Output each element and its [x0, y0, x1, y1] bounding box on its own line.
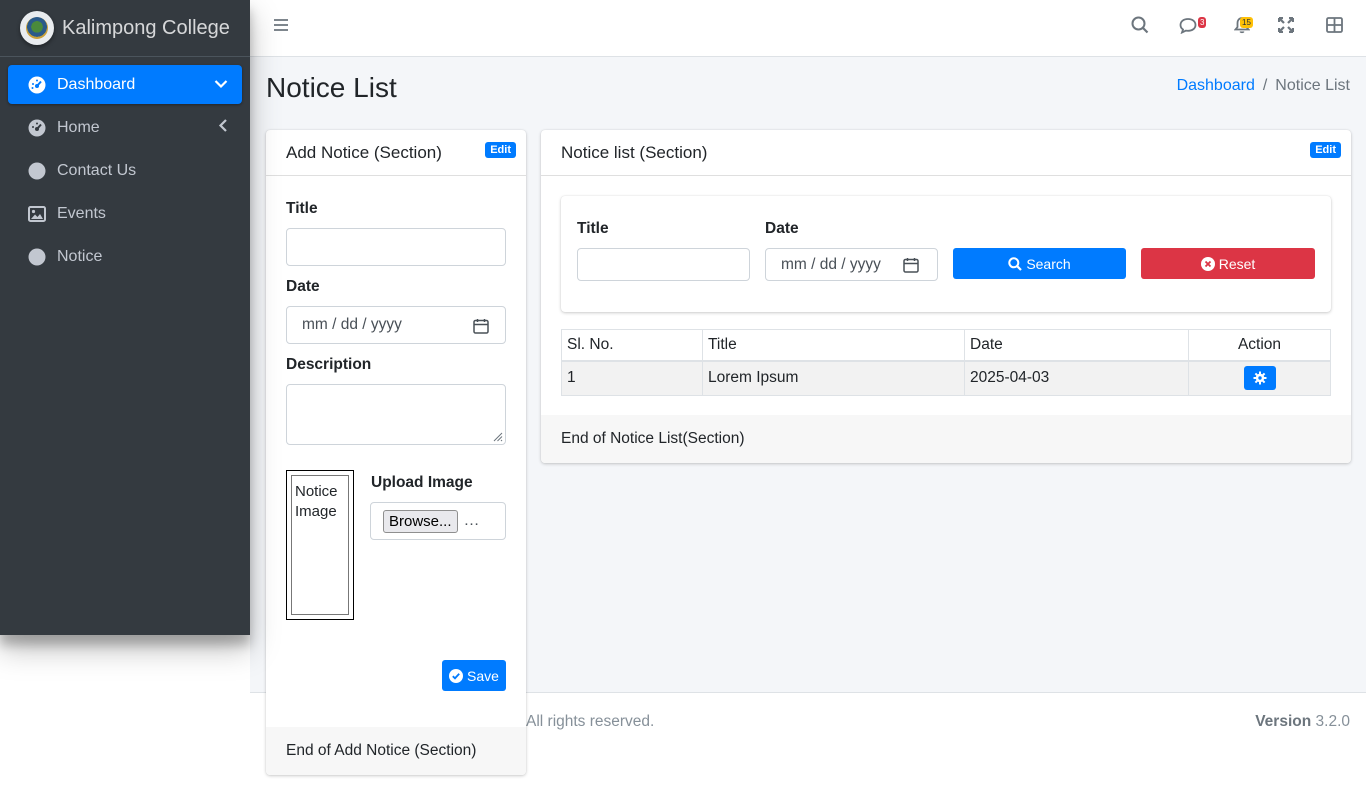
- edit-button[interactable]: Edit: [1310, 142, 1341, 158]
- notice-table: Sl. No. Title Date Action 1 Lorem Ipsum …: [561, 329, 1331, 396]
- sidebar-item-dashboard[interactable]: Dashboard: [8, 65, 242, 104]
- times-circle-icon: [1200, 256, 1215, 271]
- sidebar-item-label: Contact Us: [57, 161, 137, 179]
- notice-image-alt-text: Notice Image: [291, 475, 349, 615]
- copyright-text: All rights reserved.: [526, 713, 655, 730]
- reset-label: Reset: [1218, 255, 1256, 272]
- page-title: Notice List: [266, 72, 397, 103]
- column-header-title[interactable]: Title: [702, 329, 965, 362]
- circle-icon: [28, 162, 46, 180]
- title-label: Title: [286, 200, 318, 217]
- notice-list-card: Notice list (Section) Edit Title Date mm…: [541, 130, 1351, 463]
- date-placeholder: mm / dd / yyyy: [302, 316, 402, 333]
- sidebar-item-home[interactable]: Home: [8, 108, 242, 147]
- brand-link[interactable]: Kalimpong College: [0, 0, 250, 57]
- search-button[interactable]: Search: [953, 248, 1126, 279]
- image-icon: [28, 205, 46, 223]
- control-sidebar-icon[interactable]: [1323, 14, 1345, 36]
- breadcrumb-home-link[interactable]: Dashboard: [1177, 77, 1255, 94]
- cell-title: Lorem Ipsum: [702, 360, 965, 396]
- column-header-date[interactable]: Date: [964, 329, 1189, 362]
- table-row: 1 Lorem Ipsum 2025-04-03: [561, 360, 1331, 396]
- card-title: Add Notice (Section): [286, 142, 442, 162]
- settings-button[interactable]: [1243, 366, 1276, 391]
- main-sidebar: Kalimpong College Dashboard Home Contact…: [0, 0, 250, 635]
- reset-button[interactable]: Reset: [1141, 248, 1315, 279]
- check-circle-icon: [449, 668, 464, 683]
- notifications-count-badge: 15: [1240, 17, 1253, 28]
- sidebar-item-label: Notice: [57, 247, 103, 265]
- save-label: Save: [467, 667, 499, 684]
- chevron-down-icon: [214, 76, 228, 94]
- date-label: Date: [286, 278, 320, 295]
- sidebar-item-label: Home: [57, 118, 100, 136]
- title-input[interactable]: [286, 228, 506, 266]
- add-notice-card-header: Add Notice (Section) Edit: [266, 130, 526, 176]
- sidebar-item-notice[interactable]: Notice: [8, 237, 242, 276]
- version-info: Version 3.2.0: [1255, 713, 1350, 731]
- tachometer-icon: [28, 119, 46, 137]
- cell-action: [1188, 360, 1331, 396]
- upload-image-label: Upload Image: [371, 474, 473, 491]
- add-notice-card: Add Notice (Section) Edit Title Date mm …: [266, 130, 526, 775]
- sidebar-item-label: Events: [57, 204, 106, 222]
- column-header-action: Action: [1188, 329, 1331, 362]
- version-number: 3.2.0: [1315, 713, 1350, 730]
- filter-title-label: Title: [577, 220, 609, 237]
- file-name: …: [463, 512, 480, 529]
- filter-date-label: Date: [765, 220, 799, 237]
- breadcrumb-separator: /: [1262, 77, 1268, 94]
- fullscreen-icon[interactable]: [1275, 14, 1297, 36]
- messages-icon[interactable]: [1177, 14, 1199, 36]
- content-wrapper: Notice List Dashboard / Notice List Add No…: [250, 57, 1366, 775]
- date-input[interactable]: mm / dd / yyyy: [286, 306, 506, 344]
- messages-count-badge: 3: [1198, 17, 1207, 28]
- column-header-sl-no[interactable]: Sl. No.: [561, 329, 703, 362]
- notice-image-preview: Notice Image: [286, 470, 354, 620]
- cell-sl-no: 1: [561, 360, 703, 396]
- sidebar-nav: Dashboard Home Contact Us Events Notice: [0, 57, 250, 276]
- sidebar-item-contact-us[interactable]: Contact Us: [8, 151, 242, 190]
- description-label: Description: [286, 356, 372, 373]
- gear-icon: [1253, 371, 1266, 385]
- calendar-icon[interactable]: [903, 257, 919, 278]
- sidebar-item-label: Dashboard: [57, 75, 136, 93]
- notice-list-card-header: Notice list (Section) Edit: [541, 130, 1351, 176]
- date-placeholder: mm / dd / yyyy: [781, 255, 881, 273]
- search-icon[interactable]: [1129, 14, 1151, 36]
- edit-button[interactable]: Edit: [485, 142, 516, 158]
- table-header-row: Sl. No. Title Date Action: [561, 329, 1331, 362]
- calendar-icon[interactable]: [473, 318, 489, 339]
- hamburger-menu-icon[interactable]: [270, 14, 292, 36]
- file-input[interactable]: Browse... …: [370, 502, 506, 540]
- circle-icon: [28, 248, 46, 266]
- browse-button[interactable]: Browse...: [383, 509, 458, 533]
- filter-title-input[interactable]: [577, 248, 750, 281]
- save-button[interactable]: Save: [442, 660, 506, 691]
- add-notice-card-footer: End of Add Notice (Section): [266, 727, 526, 775]
- search-icon: [1008, 256, 1023, 271]
- filter-date-input[interactable]: mm / dd / yyyy: [765, 248, 938, 281]
- cell-date: 2025-04-03: [964, 360, 1189, 396]
- card-title: Notice list (Section): [561, 142, 708, 162]
- college-logo: [20, 11, 54, 45]
- chevron-left-icon: [218, 118, 228, 137]
- search-label: Search: [1026, 255, 1071, 272]
- breadcrumb-current: Notice List: [1275, 77, 1350, 94]
- top-navbar: 3 15: [250, 0, 1366, 57]
- version-label: Version: [1255, 713, 1312, 730]
- breadcrumb: Dashboard / Notice List: [1177, 77, 1350, 95]
- tachometer-icon: [28, 76, 46, 94]
- sidebar-item-events[interactable]: Events: [8, 194, 242, 233]
- search-filter-box: Title Date mm / dd / yyyy Search Reset: [561, 196, 1331, 312]
- description-textarea[interactable]: [286, 384, 506, 445]
- brand-name: Kalimpong College: [62, 16, 230, 39]
- notice-list-card-footer: End of Notice List(Section): [541, 415, 1351, 463]
- resize-handle-icon[interactable]: [493, 432, 503, 442]
